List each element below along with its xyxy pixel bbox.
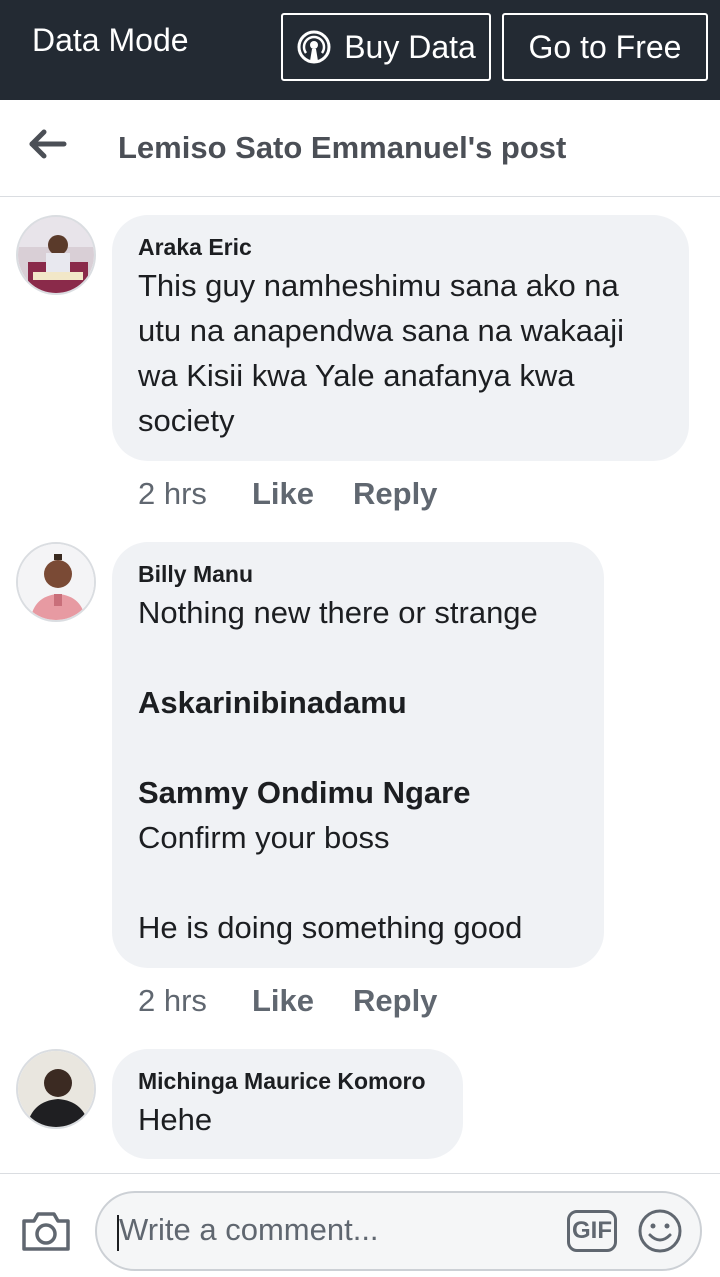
- go-to-free-button[interactable]: Go to Free: [502, 13, 708, 81]
- gif-icon[interactable]: GIF: [567, 1210, 617, 1252]
- reply-button[interactable]: Reply: [353, 476, 437, 512]
- data-mode-label: Data Mode: [32, 22, 189, 58]
- camera-icon[interactable]: [20, 1209, 72, 1253]
- comment-text-line: wa Kisii kwa Yale anafanya kwa: [138, 358, 575, 393]
- comment-composer: Write a comment... GIF: [0, 1173, 720, 1277]
- comment-text-line: utu na anapendwa sana na wakaaji: [138, 313, 625, 348]
- comment-time[interactable]: 2 hrs: [138, 983, 252, 1019]
- comment-text-line: society: [138, 403, 235, 438]
- post-header: Lemiso Sato Emmanuel's post: [0, 100, 720, 197]
- comment-time[interactable]: 2 hrs: [138, 476, 252, 512]
- comment-placeholder: Write a comment...: [119, 1212, 379, 1247]
- go-to-free-label: Go to Free: [528, 28, 682, 65]
- comment-text-line: Nothing new there or strange: [138, 595, 538, 630]
- avatar[interactable]: [16, 1049, 96, 1129]
- like-button[interactable]: Like: [252, 476, 353, 512]
- data-mode-bar: Data Mode Buy Data Go to Free: [0, 0, 720, 100]
- mention-tag[interactable]: Askarinibinadamu: [138, 680, 578, 725]
- comment-author[interactable]: Billy Manu: [138, 560, 578, 588]
- page-title: Lemiso Sato Emmanuel's post: [118, 130, 567, 165]
- reply-button[interactable]: Reply: [353, 983, 437, 1019]
- comment-actions: 2 hrs Like Reply: [138, 983, 437, 1019]
- buy-data-label: Buy Data: [344, 28, 476, 65]
- avatar[interactable]: [16, 215, 96, 295]
- buy-data-button[interactable]: Buy Data: [281, 13, 491, 81]
- back-arrow-icon[interactable]: [28, 126, 68, 162]
- comment-bubble: Michinga Maurice Komoro Hehe: [112, 1049, 463, 1159]
- comment-text-line: Confirm your boss: [138, 820, 390, 855]
- mention-tag[interactable]: Sammy Ondimu Ngare: [138, 770, 578, 815]
- like-button[interactable]: Like: [252, 983, 353, 1019]
- comment-bubble: Billy Manu Nothing new there or strange …: [112, 542, 604, 968]
- comment-actions: 2 hrs Like Reply: [138, 476, 437, 512]
- comment-text-line: This guy namheshimu sana ako na: [138, 268, 619, 303]
- comment-author[interactable]: Araka Eric: [138, 233, 663, 261]
- comment-input[interactable]: Write a comment... GIF: [95, 1191, 702, 1271]
- comment-bubble: Araka Eric This guy namheshimu sana ako …: [112, 215, 689, 461]
- broadcast-icon: [297, 30, 331, 64]
- avatar[interactable]: [16, 542, 96, 622]
- comment-text-line: Hehe: [138, 1102, 213, 1137]
- comment-author[interactable]: Michinga Maurice Komoro: [138, 1067, 437, 1095]
- emoji-icon[interactable]: [637, 1208, 683, 1254]
- comment-text-line: He is doing something good: [138, 910, 523, 945]
